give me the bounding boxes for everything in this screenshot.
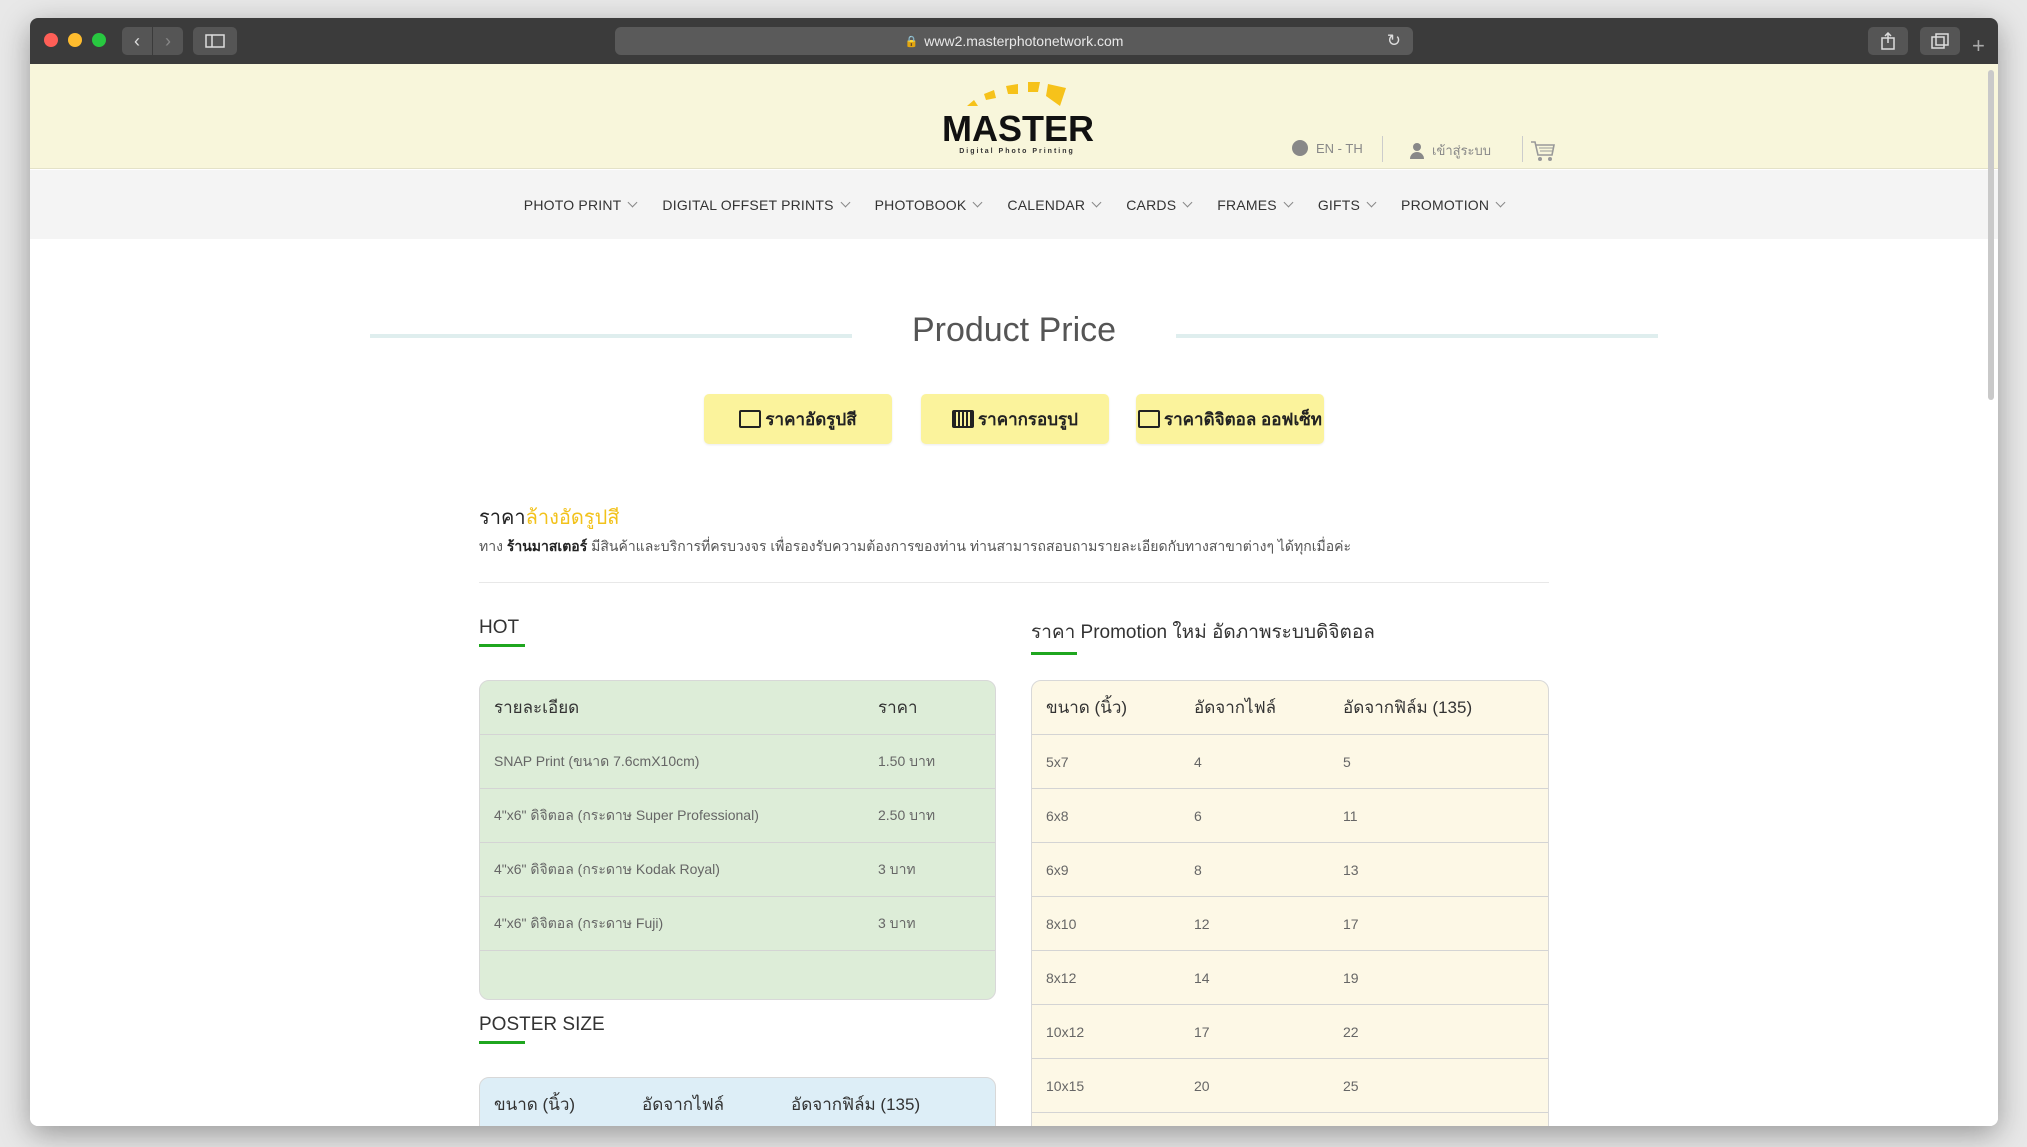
poster-heading: POSTER SIZE bbox=[479, 1014, 605, 1044]
nav-promotion[interactable]: PROMOTION bbox=[1401, 197, 1506, 213]
login-label: เข้าสู่ระบบ bbox=[1432, 143, 1492, 158]
table-row: 10x12 17 22 bbox=[1032, 1005, 1548, 1059]
logo-wordmark: MASTER bbox=[942, 108, 1094, 149]
chevron-down-icon bbox=[840, 197, 851, 208]
chevron-left-icon: ‹ bbox=[134, 30, 140, 51]
language-label: EN - TH bbox=[1316, 140, 1363, 156]
cart-icon bbox=[1531, 141, 1555, 161]
table-header-row: ขนาด (นิ้ว) อัดจากไฟล์ อัดจากฟิล์ม (135) bbox=[480, 1078, 995, 1126]
table-row: 12x16 30 35 bbox=[1032, 1113, 1548, 1126]
tab-photo-print-price[interactable]: ราคาอัดรูปสี bbox=[704, 394, 892, 444]
table-row: 5x7 4 5 bbox=[1032, 735, 1548, 789]
photos-icon bbox=[739, 410, 762, 428]
divider bbox=[1522, 136, 1523, 162]
nav-cards[interactable]: CARDS bbox=[1126, 197, 1193, 213]
chevron-down-icon bbox=[627, 197, 638, 208]
table-header-row: ขนาด (นิ้ว) อัดจากไฟล์ อัดจากฟิล์ม (135) bbox=[1032, 681, 1548, 735]
sidebar-toggle-button[interactable] bbox=[193, 27, 237, 55]
reload-icon[interactable]: ↻ bbox=[1387, 31, 1401, 51]
title-decor-line bbox=[370, 334, 852, 338]
logo-rays-icon bbox=[967, 82, 1066, 106]
table-row: 4"x6" ดิจิตอล (กระดาษ Kodak Royal) 3 บาท bbox=[480, 843, 995, 897]
minimize-window-button[interactable] bbox=[68, 33, 82, 47]
chevron-down-icon bbox=[1182, 197, 1193, 208]
title-decor-line bbox=[1176, 334, 1658, 338]
nav-calendar[interactable]: CALENDAR bbox=[1007, 197, 1102, 213]
chevron-down-icon bbox=[1495, 197, 1506, 208]
promo-heading: ราคา Promotion ใหม่ อัดภาพระบบดิจิตอล bbox=[1031, 617, 1375, 655]
section-title: ราคาล้างอัดรูปสี bbox=[479, 507, 620, 529]
globe-icon bbox=[1292, 140, 1308, 156]
page-title: Product Price bbox=[911, 311, 1117, 349]
frame-icon bbox=[952, 410, 975, 428]
table-row: 6x8 6 11 bbox=[1032, 789, 1548, 843]
login-link[interactable]: เข้าสู่ระบบ bbox=[1410, 140, 1491, 161]
url-text: www2.masterphotonetwork.com bbox=[924, 33, 1124, 49]
tab-digital-offset-price[interactable]: ราคาดิจิตอล ออฟเซ็ท bbox=[1136, 394, 1324, 444]
lock-icon: 🔒 bbox=[904, 35, 919, 48]
cart-button[interactable] bbox=[1530, 140, 1556, 162]
promo-price-table: ขนาด (นิ้ว) อัดจากไฟล์ อัดจากฟิล์ม (135)… bbox=[1031, 680, 1549, 1126]
browser-window: ‹ › 🔒 www2.masterphotonetwork.com ↻ + MA… bbox=[30, 18, 1998, 1126]
nav-gifts[interactable]: GIFTS bbox=[1318, 197, 1377, 213]
table-row: 10x15 20 25 bbox=[1032, 1059, 1548, 1113]
forward-button[interactable]: › bbox=[153, 27, 183, 55]
table-row: 6x9 8 13 bbox=[1032, 843, 1548, 897]
chevron-right-icon: › bbox=[165, 30, 171, 51]
nav-frames[interactable]: FRAMES bbox=[1217, 197, 1294, 213]
address-bar[interactable]: 🔒 www2.masterphotonetwork.com ↻ bbox=[615, 27, 1413, 55]
table-row: 8x12 14 19 bbox=[1032, 951, 1548, 1005]
site-header: MASTER Digital Photo Printing EN - TH เข… bbox=[30, 64, 1998, 169]
chevron-down-icon bbox=[1366, 197, 1377, 208]
close-window-button[interactable] bbox=[44, 33, 58, 47]
poster-price-table: ขนาด (นิ้ว) อัดจากไฟล์ อัดจากฟิล์ม (135) bbox=[479, 1077, 996, 1126]
chevron-down-icon bbox=[1283, 197, 1294, 208]
table-row: 4"x6" ดิจิตอล (กระดาษ Super Professional… bbox=[480, 789, 995, 843]
nav-photo-print[interactable]: PHOTO PRINT bbox=[524, 197, 638, 213]
divider bbox=[479, 582, 1549, 583]
tab-frame-price[interactable]: ราคากรอบรูป bbox=[921, 394, 1109, 444]
hot-price-table: รายละเอียด ราคา SNAP Print (ขนาด 7.6cmX1… bbox=[479, 680, 996, 1000]
main-nav: PHOTO PRINT DIGITAL OFFSET PRINTS PHOTOB… bbox=[30, 170, 1998, 239]
scrollbar[interactable] bbox=[1988, 70, 1994, 400]
table-row: 4"x6" ดิจิตอล (กระดาษ Fuji) 3 บาท bbox=[480, 897, 995, 951]
chevron-down-icon bbox=[1091, 197, 1102, 208]
new-tab-icon[interactable]: + bbox=[1972, 33, 1985, 59]
hot-heading: HOT bbox=[479, 617, 526, 647]
table-header-row: รายละเอียด ราคา bbox=[480, 681, 995, 735]
share-button[interactable] bbox=[1868, 27, 1908, 55]
monitor-icon bbox=[1138, 410, 1160, 428]
table-row: SNAP Print (ขนาด 7.6cmX10cm) 1.50 บาท bbox=[480, 735, 995, 789]
chevron-down-icon bbox=[972, 197, 983, 208]
divider bbox=[1382, 136, 1383, 162]
tab-overview-button[interactable] bbox=[1920, 27, 1960, 55]
master-logo[interactable]: MASTER Digital Photo Printing bbox=[942, 78, 1094, 158]
table-row: 8x10 12 17 bbox=[1032, 897, 1548, 951]
zoom-window-button[interactable] bbox=[92, 33, 106, 47]
share-icon bbox=[1881, 32, 1895, 50]
logo-tagline: Digital Photo Printing bbox=[959, 148, 1075, 155]
sidebar-icon bbox=[205, 34, 225, 48]
back-button[interactable]: ‹ bbox=[122, 27, 152, 55]
section-description: ทาง ร้านมาสเตอร์ มีสินค้าและบริการที่ครบ… bbox=[479, 538, 1352, 554]
tabs-icon bbox=[1931, 33, 1949, 49]
browser-titlebar: ‹ › 🔒 www2.masterphotonetwork.com ↻ + bbox=[30, 18, 1998, 64]
nav-digital-offset-prints[interactable]: DIGITAL OFFSET PRINTS bbox=[662, 197, 851, 213]
nav-photobook[interactable]: PHOTOBOOK bbox=[875, 197, 983, 213]
page-content: Product Price ราคาอัดรูปสี ราคากรอบรูป ร… bbox=[30, 239, 1998, 1126]
language-switch[interactable]: EN - TH bbox=[1292, 140, 1363, 156]
user-icon bbox=[1410, 142, 1424, 159]
